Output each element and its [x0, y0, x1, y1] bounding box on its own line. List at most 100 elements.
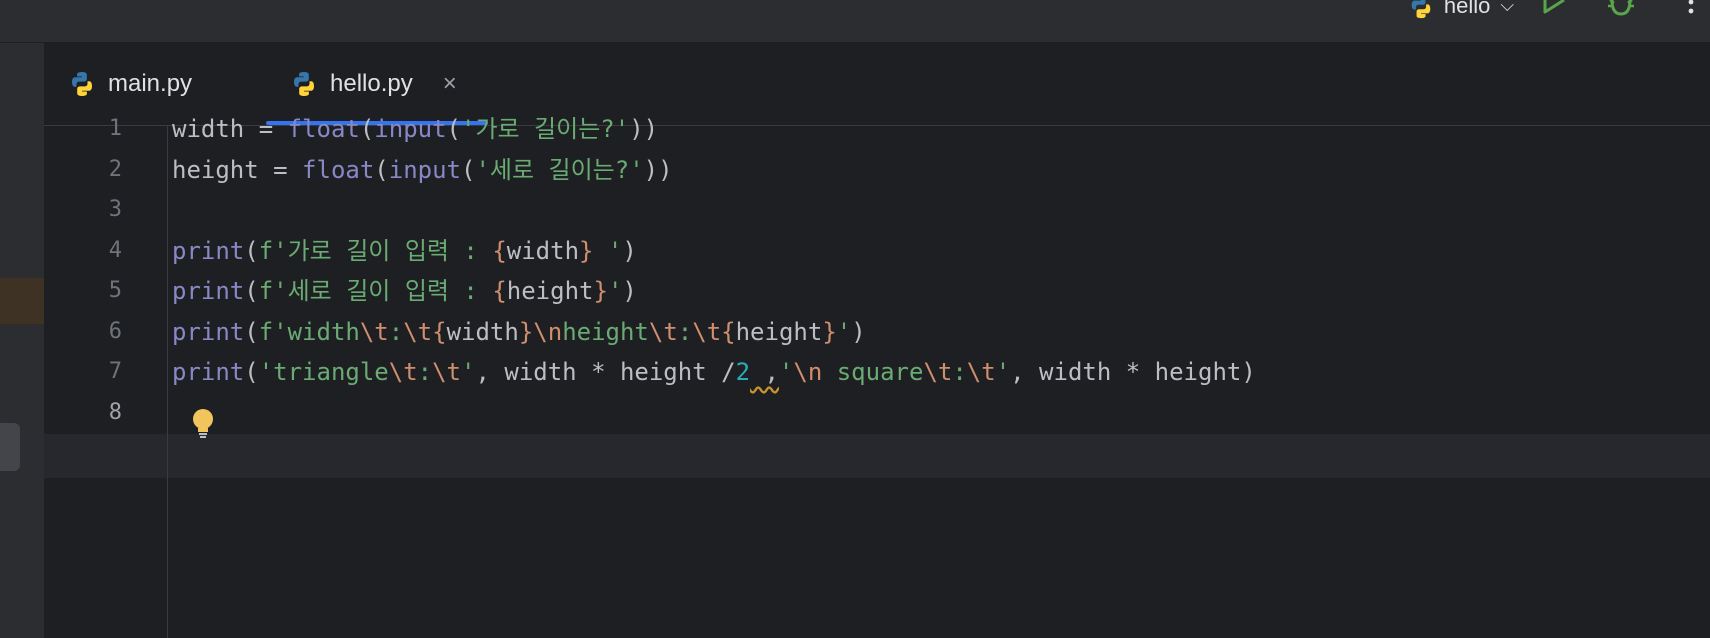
- tab-label: hello.py: [330, 70, 413, 97]
- title-bar: hello ⌵: [0, 0, 1710, 43]
- more-icon[interactable]: [1686, 0, 1696, 20]
- code-token: print: [172, 236, 245, 265]
- code-line: width = float(input('가로 길이는?')): [172, 107, 658, 151]
- code-token: \t: [359, 317, 389, 346]
- code-token: ): [622, 277, 637, 305]
- code-token: f'width: [258, 317, 360, 346]
- close-icon[interactable]: ×: [443, 70, 457, 98]
- code-token: \n: [533, 317, 563, 346]
- line-number: 4: [108, 237, 122, 263]
- code-token: (: [359, 115, 375, 143]
- code-token: \t: [388, 358, 418, 386]
- run-configuration-selector[interactable]: hello ⌵: [1408, 0, 1514, 26]
- code-token: f'가로 길이 입력 :: [258, 236, 493, 265]
- code-token: ': [607, 277, 623, 305]
- debug-icon[interactable]: [1606, 0, 1636, 20]
- current-line-highlight: [44, 434, 1710, 478]
- code-token: print: [172, 358, 245, 386]
- left-tool-strip: [0, 43, 44, 638]
- code-token: \t: [966, 358, 996, 386]
- code-token: \t: [923, 358, 953, 386]
- code-token: (: [244, 317, 259, 346]
- code-token: \t: [432, 358, 462, 386]
- code-token: width: [446, 317, 519, 346]
- python-icon: [294, 72, 314, 96]
- python-icon: [1411, 0, 1431, 19]
- python-icon: [72, 72, 92, 96]
- code-token: square: [822, 358, 924, 386]
- code-token: width =: [172, 115, 288, 143]
- code-token: ': [778, 358, 794, 386]
- code-token: (: [446, 115, 461, 143]
- code-token: input: [374, 115, 447, 143]
- tab-label: main.py: [108, 70, 193, 97]
- code-line: height = float(input('세로 길이는?')): [172, 148, 673, 192]
- code-token: \n: [793, 358, 823, 386]
- panel-drag-handle[interactable]: [0, 423, 20, 471]
- code-token: 'triangle: [258, 358, 389, 386]
- code-line: print('triangle\t:\t', width * height /2…: [172, 350, 1256, 394]
- code-token: \t: [648, 317, 678, 346]
- code-token: \t: [403, 317, 433, 346]
- run-icon[interactable]: [1542, 0, 1572, 20]
- code-token: print: [172, 317, 245, 346]
- code-token: height: [506, 277, 594, 305]
- code-token: , width * height /: [475, 358, 736, 386]
- code-token: f'세로 길이 입력 :: [258, 277, 493, 305]
- code-token: ': [461, 358, 476, 386]
- code-token: ': [836, 317, 852, 346]
- code-token: float: [287, 115, 360, 143]
- chevron-down-icon: ⌵: [1500, 0, 1514, 15]
- code-token: width: [506, 236, 580, 265]
- line-number: 3: [108, 197, 122, 222]
- code-token: )): [643, 155, 673, 184]
- code-line: print(f'가로 길이 입력 : {width} '): [172, 229, 637, 273]
- code-token: 2: [735, 358, 751, 386]
- code-token: {: [432, 317, 447, 346]
- code-token: , width * height): [1010, 358, 1256, 386]
- code-token: )): [629, 115, 659, 143]
- code-token: ': [995, 358, 1011, 386]
- code-token: height: [735, 317, 823, 346]
- code-token: ): [851, 317, 866, 346]
- code-token: (: [461, 155, 476, 184]
- lightbulb-icon[interactable]: [190, 406, 216, 440]
- code-token: {: [492, 236, 507, 265]
- code-token: }: [822, 317, 837, 346]
- code-token: '가로 길이는?': [461, 115, 630, 143]
- code-line: print(f'width\t:\t{width}\nheight\t:\t{h…: [172, 310, 866, 354]
- code-token: '세로 길이는?': [475, 155, 644, 184]
- code-token: (: [244, 277, 259, 305]
- code-token: float: [302, 155, 375, 184]
- code-token: :: [952, 358, 967, 386]
- code-line: print(f'세로 길이 입력 : {height}'): [172, 269, 637, 313]
- code-token: print: [172, 277, 245, 305]
- code-token: :: [417, 358, 433, 386]
- code-token: ): [622, 236, 637, 265]
- code-token: :: [388, 317, 404, 346]
- code-token: (: [244, 236, 259, 265]
- line-number: 5: [108, 278, 122, 303]
- code-token: {: [721, 317, 736, 346]
- code-token: ': [593, 236, 623, 265]
- code-token: (: [244, 358, 259, 386]
- code-token: input: [388, 155, 461, 184]
- code-token: }: [518, 317, 534, 346]
- gutter-marker: [0, 278, 44, 324]
- code-token: height =: [172, 155, 303, 184]
- spacer: [1451, 0, 1452, 1]
- code-token: }: [579, 236, 594, 265]
- code-token: height: [562, 317, 649, 346]
- code-token: {: [492, 277, 507, 305]
- line-number-gutter: 1 2 3 4 5 6 7 8: [44, 116, 168, 638]
- run-config-label: hello: [1443, 0, 1491, 18]
- code-token: ,: [750, 358, 779, 386]
- line-number: 1: [108, 116, 122, 141]
- line-number: 6: [108, 318, 122, 344]
- code-token: (: [374, 155, 389, 184]
- line-number: 7: [108, 359, 122, 384]
- editor: main.py hello.py × 1 2 3 4 5 6 7 8 width = floa…: [44, 43, 1710, 638]
- code-token: :: [677, 317, 693, 346]
- code-token: }: [593, 277, 608, 305]
- code-token: \t: [692, 317, 722, 346]
